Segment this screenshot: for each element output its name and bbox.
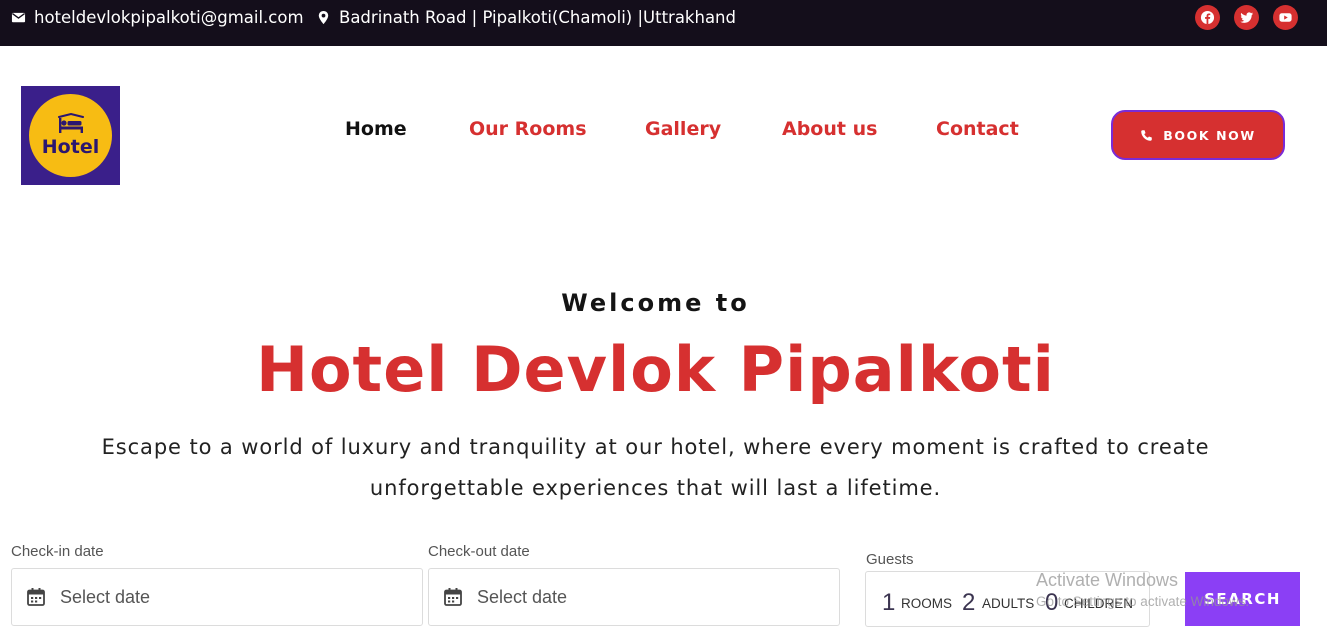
checkin-date-field[interactable]: Select date xyxy=(11,568,423,626)
top-bar: hoteldevlokpipalkoti@gmail.com Badrinath… xyxy=(0,0,1327,46)
address-text: Badrinath Road | Pipalkoti(Chamoli) |Utt… xyxy=(339,8,736,27)
facebook-icon xyxy=(1200,10,1215,25)
bed-icon xyxy=(57,113,84,133)
rooms-count: 1 xyxy=(882,589,896,616)
twitter-link[interactable] xyxy=(1234,5,1259,30)
email-text: hoteldevlokpipalkoti@gmail.com xyxy=(34,8,304,27)
rooms-label: ROOMS xyxy=(901,596,953,611)
book-now-button[interactable]: BOOK NOW xyxy=(1111,110,1285,160)
book-now-label: BOOK NOW xyxy=(1163,127,1256,143)
checkout-placeholder: Select date xyxy=(477,586,568,607)
calendar-icon xyxy=(27,588,45,606)
checkin-placeholder: Select date xyxy=(60,586,151,607)
checkin-label: Check-in date xyxy=(11,543,104,560)
map-pin-icon xyxy=(318,10,329,25)
guests-label: Guests xyxy=(866,551,914,568)
facebook-link[interactable] xyxy=(1195,5,1220,30)
nav-item-contact[interactable]: Contact xyxy=(936,118,1019,140)
adults-count: 2 xyxy=(962,589,976,616)
hero-title: Hotel Devlok Pipalkoti xyxy=(256,333,1055,406)
search-button[interactable]: SEARCH xyxy=(1185,572,1300,626)
guests-field[interactable]: 1 ROOMS 2 ADULTS 0 CHILDREN xyxy=(865,571,1150,627)
children-label: CHILDREN xyxy=(1064,596,1134,611)
checkout-label: Check-out date xyxy=(428,543,530,560)
youtube-link[interactable] xyxy=(1273,5,1298,30)
hero-description: Escape to a world of luxury and tranquil… xyxy=(101,435,1210,500)
phone-icon xyxy=(1141,129,1153,141)
contact-address: Badrinath Road | Pipalkoti(Chamoli) |Utt… xyxy=(316,8,736,27)
adults-label: ADULTS xyxy=(982,596,1035,611)
youtube-icon xyxy=(1279,13,1292,22)
logo-badge: Hotel xyxy=(29,94,112,177)
nav-item-about-us[interactable]: About us xyxy=(782,118,877,140)
nav-item-our-rooms[interactable]: Our Rooms xyxy=(469,118,587,140)
contact-email[interactable]: hoteldevlokpipalkoti@gmail.com xyxy=(11,8,304,27)
site-logo[interactable]: Hotel xyxy=(21,86,120,185)
children-count: 0 xyxy=(1045,589,1059,616)
checkout-date-field[interactable]: Select date xyxy=(428,568,840,626)
twitter-icon xyxy=(1240,12,1254,23)
mail-icon xyxy=(11,12,26,23)
nav-item-home[interactable]: Home xyxy=(345,118,407,140)
calendar-icon xyxy=(444,588,462,606)
welcome-heading: Welcome to xyxy=(561,289,750,317)
logo-text: Hotel xyxy=(41,136,100,158)
nav-item-gallery[interactable]: Gallery xyxy=(645,118,721,140)
